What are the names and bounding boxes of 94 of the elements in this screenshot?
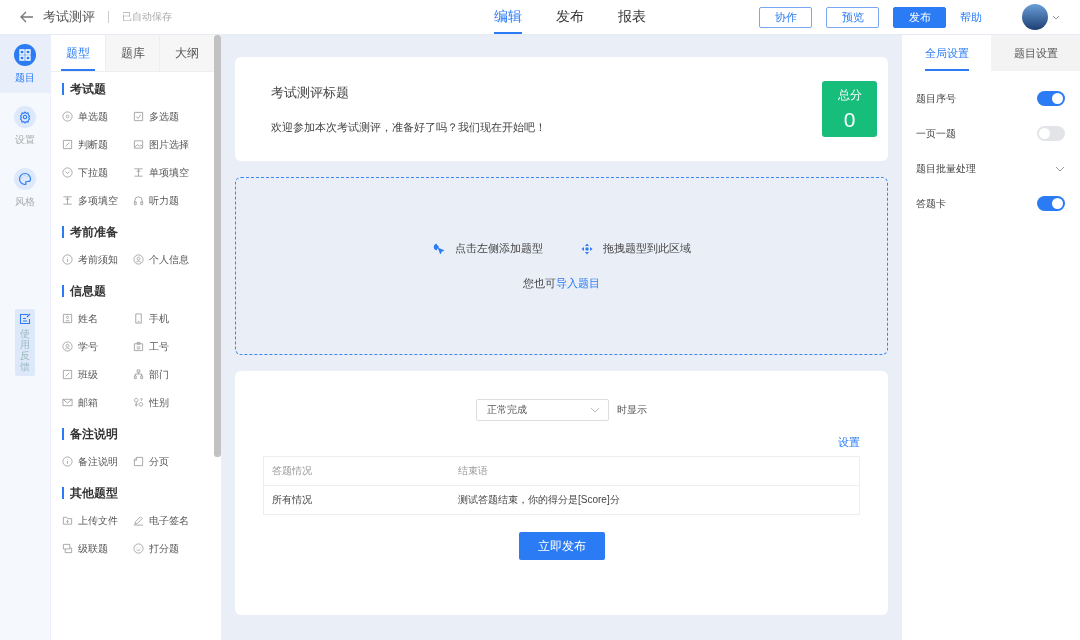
drop-zone[interactable]: 点击左侧添加题型 拖拽题型到此区域 您也可导入题目 — [235, 177, 888, 355]
setting-label: 一页一题 — [916, 126, 956, 141]
column-header: 结束语 — [450, 456, 860, 486]
survey-title[interactable]: 考试测评标题 — [271, 83, 546, 102]
toggle-switch[interactable] — [1037, 91, 1065, 106]
text-field-icon — [133, 167, 144, 178]
page-icon — [133, 456, 144, 467]
setting-label: 题目批量处理 — [916, 161, 976, 176]
score-value: 0 — [843, 107, 856, 132]
group-heading: 其他题型 — [62, 487, 214, 499]
chevron-down-icon — [590, 407, 600, 413]
question-type-item[interactable]: 电子签名 — [133, 513, 213, 528]
save-status: 已自动保存 — [122, 10, 172, 24]
publish-now-button[interactable]: 立即发布 — [518, 532, 605, 560]
person-icon — [62, 341, 73, 352]
pen-icon — [133, 515, 144, 526]
image-icon — [133, 139, 144, 150]
question-type-item[interactable]: 班级 — [62, 367, 133, 382]
settings-icon — [14, 105, 36, 128]
page-title: 考试测评 — [43, 8, 95, 26]
back-arrow-icon[interactable] — [20, 11, 34, 23]
header-button[interactable]: 协作 — [759, 6, 812, 28]
settings-link[interactable]: 设置 — [838, 435, 860, 450]
question-type-item[interactable]: 判断题 — [62, 137, 133, 152]
header-button[interactable]: 预览 — [826, 6, 879, 28]
question-type-item[interactable]: 部门 — [133, 367, 213, 382]
org-chart-icon — [133, 369, 144, 380]
settings-tab[interactable]: 题目设置 — [991, 35, 1080, 71]
gender-icon — [133, 397, 144, 408]
column-header: 答题情况 — [263, 456, 450, 486]
question-type-item[interactable]: 单选题 — [62, 109, 133, 124]
question-type-item[interactable]: 单项填空 — [133, 165, 213, 180]
score-label: 总分 — [837, 86, 862, 104]
question-type-item[interactable]: 多项填空 — [62, 193, 133, 208]
nav-tab[interactable]: 发布 — [556, 0, 584, 34]
question-type-item[interactable]: 多选题 — [133, 109, 213, 124]
help-link[interactable]: 帮助 — [960, 9, 982, 25]
palette-tab[interactable]: 大纲 — [159, 35, 214, 71]
headphones-icon — [133, 195, 144, 206]
toggle-switch[interactable] — [1037, 196, 1065, 211]
survey-description[interactable]: 欢迎参加本次考试测评，准备好了吗？我们现在开始吧！ — [271, 119, 546, 135]
question-type-item[interactable]: 下拉题 — [62, 165, 133, 180]
question-type-item[interactable]: 备注说明 — [62, 454, 133, 469]
avatar-icon[interactable] — [1022, 4, 1048, 30]
toggle-switch[interactable] — [1037, 126, 1065, 141]
caret-icon[interactable] — [1052, 14, 1060, 20]
pointer-icon — [432, 242, 445, 255]
nav-tab[interactable]: 报表 — [618, 0, 646, 34]
condition-select[interactable]: 正常完成 — [476, 399, 609, 421]
question-type-item[interactable]: 听力题 — [133, 193, 213, 208]
question-type-item[interactable]: 上传文件 — [62, 513, 133, 528]
smiley-icon — [133, 543, 144, 554]
text-field-icon — [62, 195, 73, 206]
question-type-item[interactable]: 邮箱 — [62, 395, 133, 410]
scrollbar-thumb[interactable] — [214, 35, 221, 457]
setting-label: 答题卡 — [916, 196, 946, 211]
info-icon — [62, 254, 73, 265]
question-type-item[interactable]: 分页 — [133, 454, 213, 469]
import-link[interactable]: 导入题目 — [556, 277, 600, 289]
palette-icon — [14, 167, 36, 190]
question-type-item[interactable]: 考前须知 — [62, 252, 133, 267]
import-text: 您也可 — [523, 277, 556, 289]
question-type-item[interactable]: 性别 — [133, 395, 213, 410]
stack-icon — [62, 543, 73, 554]
chevron-down-icon[interactable] — [1055, 165, 1065, 172]
move-icon — [580, 242, 593, 255]
info-icon — [62, 456, 73, 467]
mail-icon — [62, 397, 73, 408]
apps-icon — [14, 43, 36, 66]
person-icon — [133, 254, 144, 265]
publish-button[interactable]: 发布 — [893, 6, 946, 28]
question-type-item[interactable]: 打分题 — [133, 541, 213, 556]
hint-text: 点击左侧添加题型 — [454, 241, 543, 256]
question-type-item[interactable]: 姓名 — [62, 311, 133, 326]
radio-icon — [62, 111, 73, 122]
question-type-item[interactable]: 工号 — [133, 339, 213, 354]
folder-icon — [62, 515, 73, 526]
question-type-item[interactable]: 个人信息 — [133, 252, 213, 267]
question-type-item[interactable]: 学号 — [62, 339, 133, 354]
table-cell: 所有情况 — [263, 485, 450, 515]
id-card-icon — [62, 313, 73, 324]
table-cell: 测试答题结束，你的得分是[Score]分 — [450, 485, 860, 515]
question-type-item[interactable]: 级联题 — [62, 541, 133, 556]
edit-icon — [19, 313, 31, 325]
setting-label: 题目序号 — [916, 91, 956, 106]
hint-text: 拖拽题型到此区域 — [602, 241, 691, 256]
question-type-item[interactable]: 图片选择 — [133, 137, 213, 152]
question-type-item[interactable]: 手机 — [133, 311, 213, 326]
phone-icon — [133, 313, 144, 324]
rail-item[interactable]: 题目 — [0, 35, 50, 93]
condition-suffix: 时显示 — [617, 403, 647, 417]
palette-tab[interactable]: 题库 — [104, 35, 160, 71]
badge-icon — [133, 341, 144, 352]
checkbox-icon — [133, 111, 144, 122]
